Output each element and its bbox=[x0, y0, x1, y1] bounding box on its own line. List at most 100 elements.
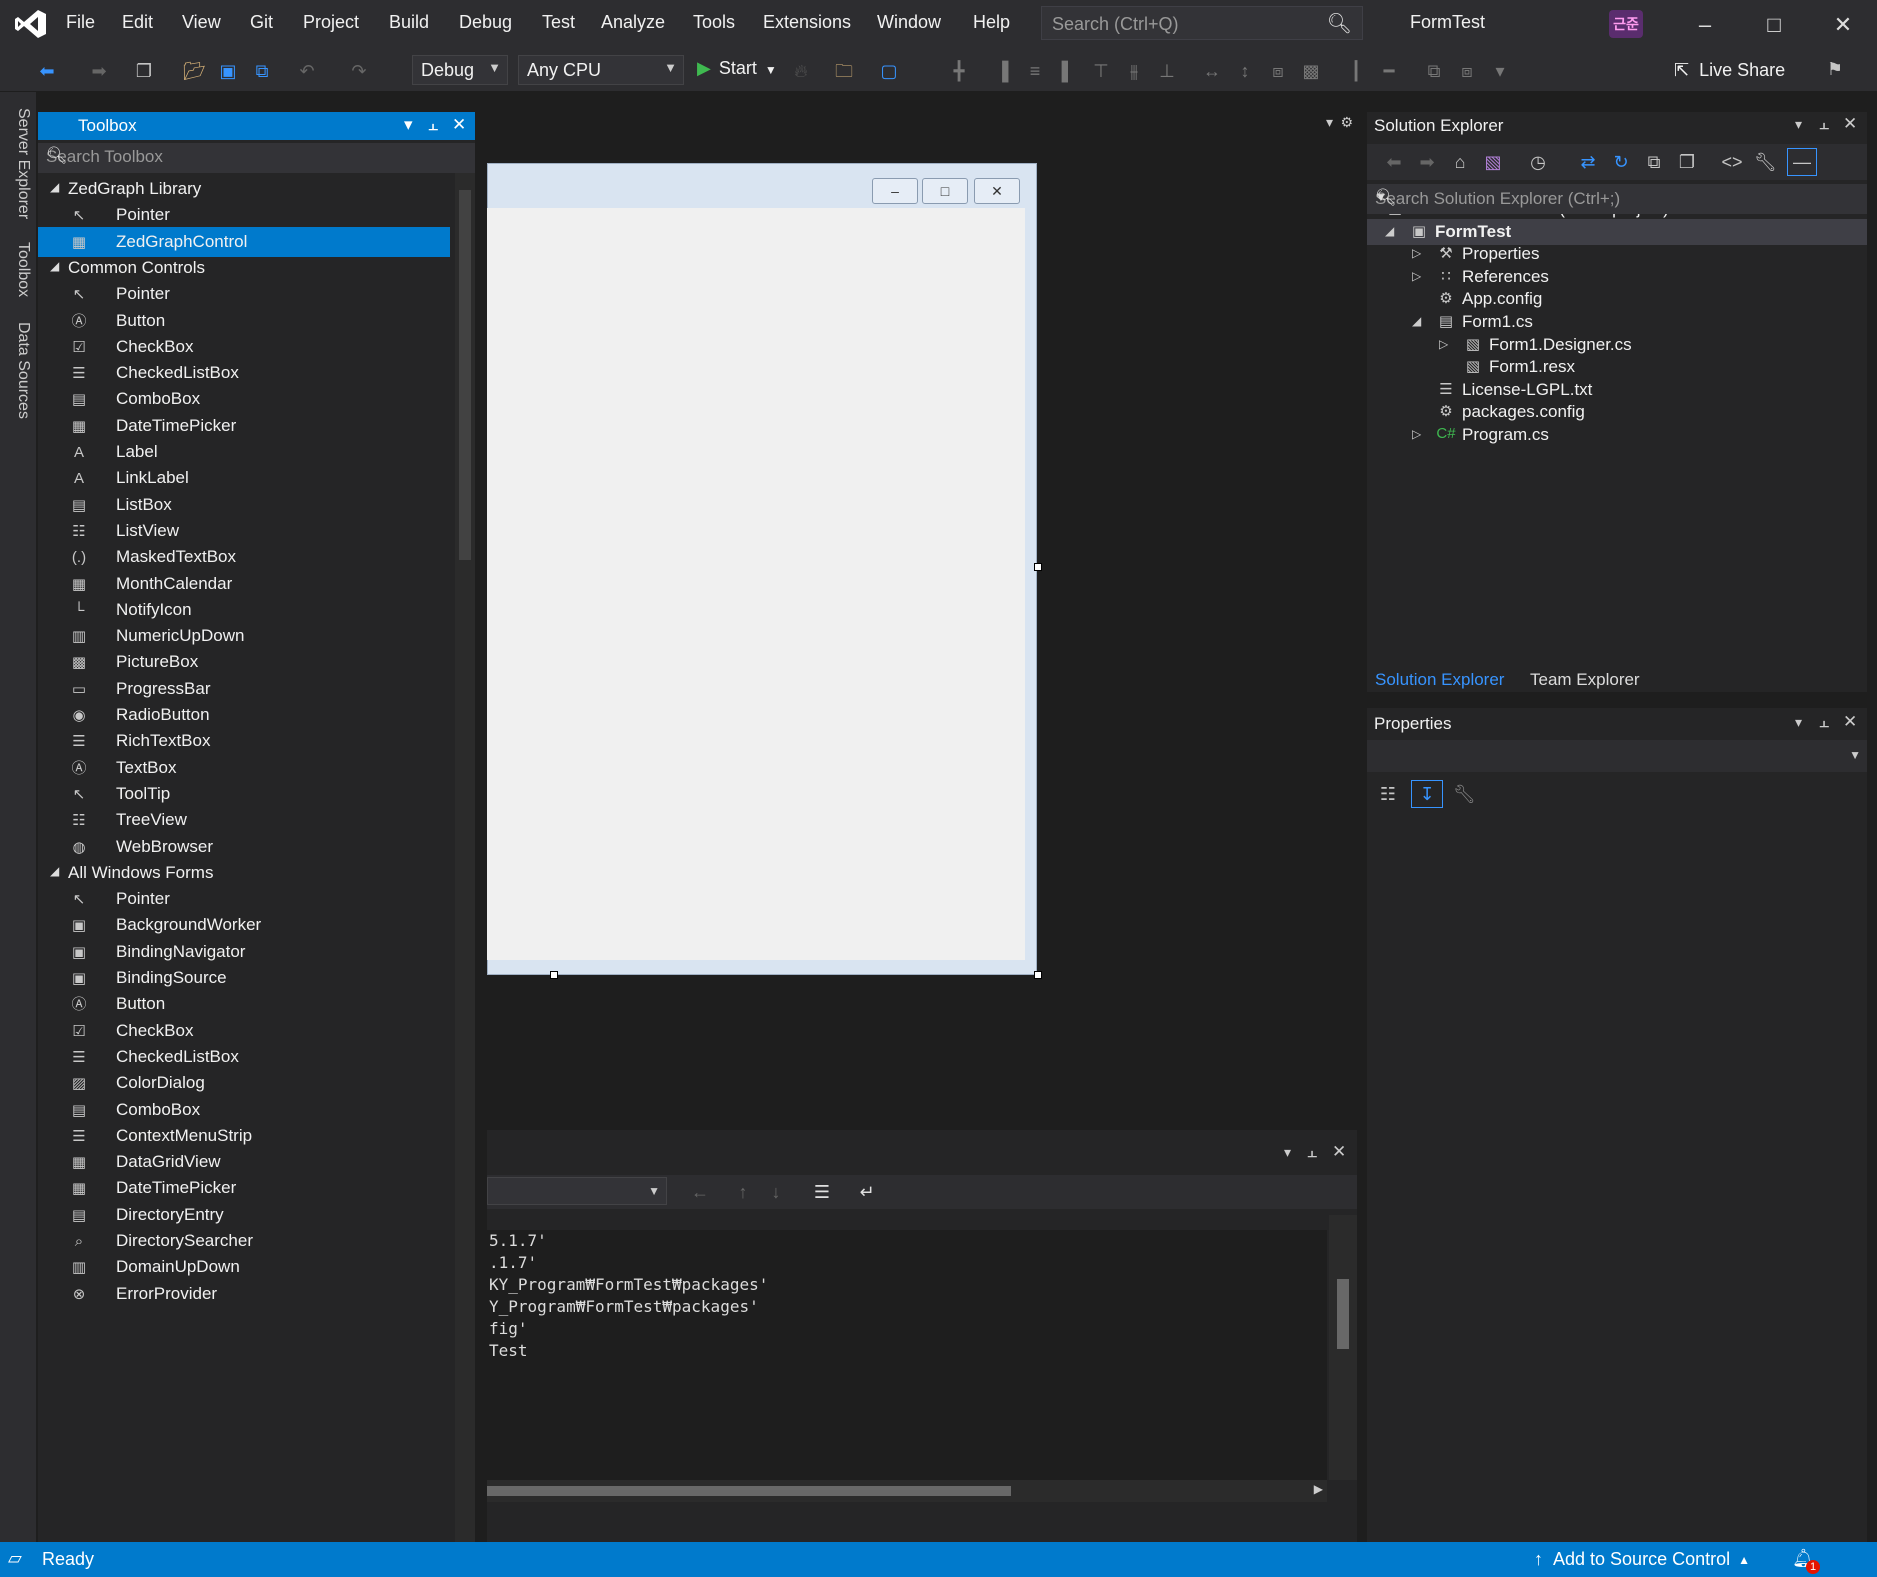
form-close-icon[interactable]: ✕ bbox=[974, 178, 1020, 204]
start-button[interactable]: ▶ Start ▼ bbox=[697, 58, 777, 79]
form-maximize-icon[interactable]: □ bbox=[922, 178, 968, 204]
menu-edit[interactable]: Edit bbox=[122, 12, 153, 33]
align-rights-icon[interactable]: ▌ bbox=[1057, 60, 1079, 82]
chevron-down-icon[interactable]: ▾ bbox=[1795, 714, 1802, 731]
menu-analyze[interactable]: Analyze bbox=[601, 12, 665, 33]
maximize-icon[interactable]: □ bbox=[1754, 10, 1794, 40]
form-minimize-icon[interactable]: – bbox=[872, 178, 918, 204]
collapsed-icon[interactable]: ▷ bbox=[1439, 337, 1448, 351]
view-code-icon[interactable]: <> bbox=[1721, 151, 1743, 173]
align-bottoms-icon[interactable]: ⊥ bbox=[1156, 60, 1178, 82]
hot-reload-icon[interactable]: 🔥︎ bbox=[790, 60, 812, 82]
align-tops-icon[interactable]: ⊤ bbox=[1090, 60, 1112, 82]
resize-handle-right[interactable] bbox=[1034, 563, 1042, 571]
resize-handle-bottom[interactable] bbox=[550, 971, 558, 979]
show-all-files-icon[interactable]: ❐ bbox=[1676, 151, 1698, 173]
object-selector-dropdown[interactable]: ▼ bbox=[1367, 740, 1867, 772]
align-middles-icon[interactable]: ⫵ bbox=[1123, 60, 1145, 82]
solution-tree-item[interactable]: ▷ C# Program.cs bbox=[1367, 422, 1867, 448]
menu-build[interactable]: Build bbox=[389, 12, 429, 33]
property-pages-wrench-icon[interactable]: 🔧︎ bbox=[1453, 783, 1476, 805]
redo-icon[interactable]: ↷ bbox=[348, 60, 370, 82]
search-input[interactable]: Search (Ctrl+Q) 🔍︎ bbox=[1041, 6, 1363, 40]
menu-extensions[interactable]: Extensions bbox=[763, 12, 851, 33]
output-source-dropdown[interactable]: ▼ bbox=[487, 1177, 667, 1205]
alphabetical-icon[interactable]: ↧ bbox=[1411, 780, 1443, 808]
pin-icon[interactable]: ⫠ bbox=[1819, 712, 1829, 732]
chevron-down-icon[interactable]: ▾ bbox=[404, 115, 413, 135]
add-to-source-control-button[interactable]: ↑ Add to Source Control ▲ bbox=[1534, 1549, 1750, 1570]
resize-handle-corner[interactable] bbox=[1034, 971, 1042, 979]
chevron-down-icon[interactable]: ▾ bbox=[1284, 1144, 1291, 1161]
menu-file[interactable]: File bbox=[66, 12, 95, 33]
size-to-grid-icon[interactable]: ⧈ bbox=[1267, 60, 1289, 82]
pin-icon[interactable]: ⫠ bbox=[1307, 1142, 1317, 1162]
menu-debug[interactable]: Debug bbox=[459, 12, 512, 33]
send-to-back-icon[interactable]: ⧈ bbox=[1456, 60, 1478, 82]
next-message-icon[interactable]: ↓ bbox=[765, 1181, 787, 1203]
collapsed-icon[interactable]: ▷ bbox=[1412, 269, 1421, 283]
browse-folder-icon[interactable]: 🗀︎ bbox=[833, 60, 855, 82]
menu-help[interactable]: Help bbox=[973, 12, 1010, 33]
collapsed-icon[interactable]: ▷ bbox=[1412, 427, 1421, 441]
save-all-icon[interactable]: ⧉ bbox=[251, 60, 273, 82]
make-same-height-icon[interactable]: ↕ bbox=[1234, 60, 1256, 82]
bring-to-front-icon[interactable]: ⧉ bbox=[1423, 60, 1445, 82]
pin-icon[interactable]: ⫠ bbox=[1819, 114, 1829, 134]
scrollbar-thumb[interactable] bbox=[1337, 1279, 1349, 1349]
properties-wrench-icon[interactable]: 🔧︎ bbox=[1754, 151, 1777, 173]
expanded-icon[interactable]: ◢ bbox=[1385, 224, 1394, 238]
scrollbar-thumb[interactable] bbox=[487, 1486, 1011, 1496]
chevron-down-icon[interactable]: ▼ bbox=[1375, 190, 1859, 204]
pin-icon[interactable]: ⫠ bbox=[428, 115, 438, 135]
platform-dropdown[interactable]: Any CPU ▼ bbox=[518, 55, 684, 85]
scrollbar-thumb[interactable] bbox=[459, 190, 471, 560]
make-same-width-icon[interactable]: ↔ bbox=[1201, 60, 1223, 82]
toolbox-search-input[interactable]: Search Toolbox 🔍︎ bbox=[38, 143, 475, 173]
chevron-down-icon[interactable]: ▾ bbox=[1795, 116, 1802, 133]
close-icon[interactable]: ✕ bbox=[1823, 10, 1863, 40]
word-wrap-icon[interactable]: ↵ bbox=[856, 1181, 878, 1203]
toolbox-item[interactable]: ⊗ ErrorProvider bbox=[38, 1279, 450, 1309]
tab-team-explorer[interactable]: Team Explorer bbox=[1530, 670, 1640, 690]
categorized-icon[interactable]: ☷ bbox=[1377, 783, 1399, 805]
close-icon[interactable]: ✕ bbox=[1843, 712, 1857, 732]
collapsed-icon[interactable]: ▷ bbox=[1412, 246, 1421, 260]
minimize-icon[interactable]: – bbox=[1685, 10, 1725, 40]
back-icon[interactable]: ⬅ bbox=[1383, 151, 1405, 173]
output-horizontal-scrollbar[interactable]: ▶ bbox=[487, 1480, 1327, 1502]
form-client-area[interactable] bbox=[487, 208, 1025, 960]
output-vertical-scrollbar[interactable] bbox=[1329, 1215, 1357, 1480]
home-icon[interactable]: ⌂ bbox=[1449, 151, 1471, 173]
configuration-dropdown[interactable]: Debug ▼ bbox=[412, 55, 508, 85]
switch-views-icon[interactable]: ▧ bbox=[1482, 151, 1504, 173]
clear-all-icon[interactable]: ☰ bbox=[811, 1181, 833, 1203]
menu-window[interactable]: Window bbox=[877, 12, 941, 33]
new-project-icon[interactable]: ❐ bbox=[133, 60, 155, 82]
navigate-back-icon[interactable]: ⬅ bbox=[36, 60, 58, 82]
gear-icon[interactable]: ⚙ bbox=[1340, 114, 1353, 131]
refresh-icon[interactable]: ↻ bbox=[1610, 151, 1632, 173]
scroll-right-icon[interactable]: ▶ bbox=[1314, 1482, 1323, 1496]
user-avatar[interactable]: 근준 bbox=[1609, 10, 1643, 38]
previous-message-icon[interactable]: ↑ bbox=[732, 1181, 754, 1203]
pending-changes-icon[interactable]: ◷ bbox=[1527, 151, 1549, 173]
solution-search-input[interactable]: Search Solution Explorer (Ctrl+;) 🔍︎ ▼ bbox=[1367, 184, 1867, 214]
server-explorer-tab[interactable]: Server Explorer bbox=[14, 108, 32, 219]
align-centers-icon[interactable]: ≡ bbox=[1024, 60, 1046, 82]
align-grid-icon[interactable]: ╋ bbox=[948, 60, 970, 82]
toolbar-overflow-icon[interactable]: ▾ bbox=[1489, 60, 1511, 82]
close-icon[interactable]: ✕ bbox=[1332, 1142, 1346, 1162]
open-folder-icon[interactable]: 📂︎ bbox=[183, 60, 206, 82]
feedback-icon[interactable]: ⚑ bbox=[1824, 58, 1846, 80]
menu-test[interactable]: Test bbox=[542, 12, 575, 33]
preview-selected-icon[interactable]: — bbox=[1787, 148, 1817, 176]
collapse-all-icon[interactable]: ⧉ bbox=[1643, 151, 1665, 173]
save-icon[interactable]: ▣ bbox=[217, 60, 239, 82]
close-icon[interactable]: ✕ bbox=[1843, 114, 1857, 134]
align-lefts-icon[interactable]: ▐ bbox=[991, 60, 1013, 82]
navigate-forward-icon[interactable]: ➡ bbox=[88, 60, 110, 82]
menu-tools[interactable]: Tools bbox=[693, 12, 735, 33]
menu-git[interactable]: Git bbox=[250, 12, 273, 33]
undo-icon[interactable]: ↶ bbox=[296, 60, 318, 82]
